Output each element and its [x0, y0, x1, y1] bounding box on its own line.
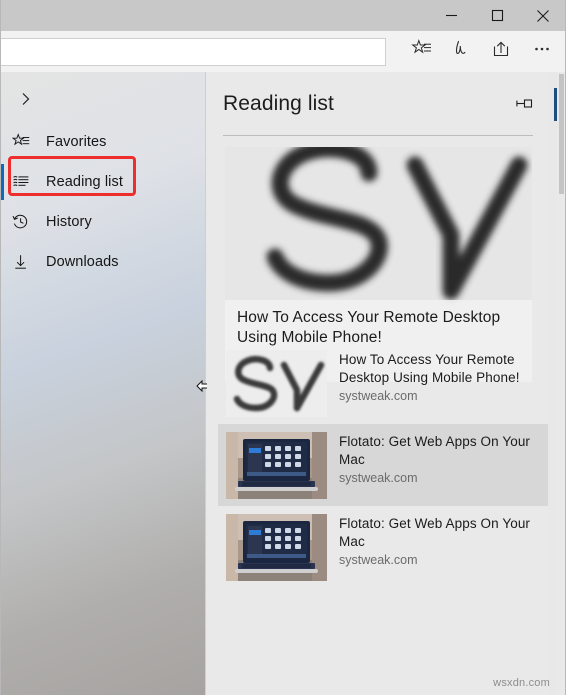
pin-icon: [514, 99, 534, 118]
sidebar-item-downloads[interactable]: Downloads: [0, 242, 206, 282]
list-item-thumbnail: [226, 432, 327, 499]
share-icon: [491, 38, 513, 65]
reading-list-icon: [12, 170, 42, 194]
more-icon: [531, 38, 553, 65]
panel-header: Reading list: [207, 72, 548, 130]
sidebar-item-list: Favorites Reading list History Downloads: [0, 122, 206, 282]
sidebar-item-label: Downloads: [46, 254, 119, 270]
sidebar-item-history[interactable]: History: [0, 202, 206, 242]
web-note-icon: [451, 38, 473, 65]
favorites-button[interactable]: [402, 32, 442, 72]
watermark: wsxdn.com: [493, 677, 550, 689]
reading-list-panel: Reading list How To Access Your Remote D…: [207, 72, 548, 695]
chevron-right-icon: [18, 91, 34, 112]
list-item-text: Flotato: Get Web Apps On Your Mac systwe…: [339, 514, 540, 567]
list-item-title: How To Access Your Remote Desktop Using …: [339, 352, 520, 385]
list-item-text: Flotato: Get Web Apps On Your Mac systwe…: [339, 432, 540, 485]
panel-scrollbar-thumb[interactable]: [559, 74, 564, 194]
list-item-title: Flotato: Get Web Apps On Your Mac: [339, 516, 531, 549]
list-item-text: How To Access Your Remote Desktop Using …: [339, 350, 540, 403]
web-note-button[interactable]: [442, 32, 482, 72]
favorites-star-icon: [12, 130, 42, 154]
minimize-button[interactable]: [428, 0, 474, 31]
list-item-source: systweak.com: [339, 471, 418, 485]
maximize-button[interactable]: [474, 0, 520, 31]
hub-sidebar: Favorites Reading list History Downloads: [0, 72, 206, 695]
browser-window: Favorites Reading list History Downloads…: [0, 0, 566, 695]
sidebar-item-reading-list[interactable]: Reading list: [0, 162, 206, 202]
close-button[interactable]: [520, 0, 566, 31]
toolbar-icon-group: [402, 31, 562, 72]
sidebar-item-favorites[interactable]: Favorites: [0, 122, 206, 162]
sidebar-item-label: Favorites: [46, 134, 107, 150]
address-bar-input[interactable]: [0, 38, 386, 66]
title-bar: [0, 0, 566, 31]
share-button[interactable]: [482, 32, 522, 72]
close-icon: [536, 9, 550, 23]
more-button[interactable]: [522, 32, 562, 72]
panel-title: Reading list: [223, 92, 334, 115]
sidebar-item-label: Reading list: [46, 174, 123, 190]
downloads-arrow-icon: [12, 250, 42, 274]
favorites-icon: [411, 38, 433, 65]
pin-panel-button[interactable]: [514, 96, 534, 114]
list-item-thumbnail: [226, 514, 327, 581]
list-item[interactable]: Flotato: Get Web Apps On Your Mac systwe…: [218, 506, 548, 588]
sidebar-expand-button[interactable]: [8, 84, 44, 118]
list-item-title: Flotato: Get Web Apps On Your Mac: [339, 434, 531, 467]
history-clock-icon: [12, 210, 42, 234]
list-item-source: systweak.com: [339, 389, 418, 403]
list-item[interactable]: Flotato: Get Web Apps On Your Mac systwe…: [218, 424, 548, 506]
minimize-icon: [445, 9, 458, 22]
panel-scrollbar[interactable]: [557, 72, 566, 695]
panel-divider: [223, 135, 533, 136]
maximize-icon: [491, 9, 504, 22]
list-item[interactable]: How To Access Your Remote Desktop Using …: [218, 342, 548, 424]
list-item-source: systweak.com: [339, 553, 418, 567]
sidebar-item-label: History: [46, 214, 92, 230]
list-item-thumbnail: [226, 350, 327, 417]
reading-list-items: How To Access Your Remote Desktop Using …: [218, 342, 548, 588]
